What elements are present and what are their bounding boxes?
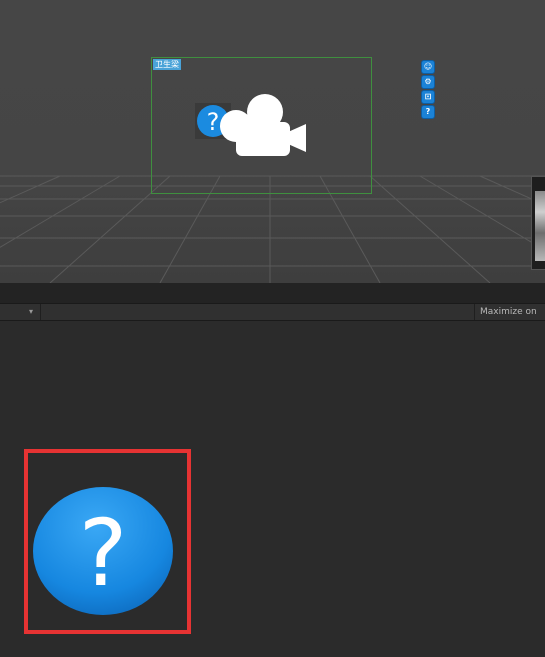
aspect-dropdown[interactable]: ▾ xyxy=(0,304,41,320)
gizmo-icon-column: ☺ ⚙ ⊡ ? xyxy=(421,60,435,120)
panel-divider xyxy=(0,283,545,303)
question-icon[interactable]: ? xyxy=(421,105,435,119)
maximize-on-play-toggle[interactable]: Maximize on xyxy=(474,304,545,320)
camera-icon[interactable] xyxy=(218,92,308,158)
help-icon-symbol: ? xyxy=(79,500,128,607)
lock-icon[interactable]: ⊡ xyxy=(421,90,435,104)
settings-icon[interactable]: ⚙ xyxy=(421,75,435,89)
chevron-down-icon: ▾ xyxy=(29,307,34,316)
person-icon[interactable]: ☺ xyxy=(421,60,435,74)
scene-view[interactable]: 卫生梁 ? ☺ ⚙ ⊡ ? xyxy=(0,0,545,283)
object-name-label: 卫生梁 xyxy=(153,59,181,70)
help-icon[interactable]: ? xyxy=(33,487,173,615)
game-view-toolbar: ▾ Maximize on xyxy=(0,303,545,321)
camera-preview-thumbnail xyxy=(531,176,545,270)
